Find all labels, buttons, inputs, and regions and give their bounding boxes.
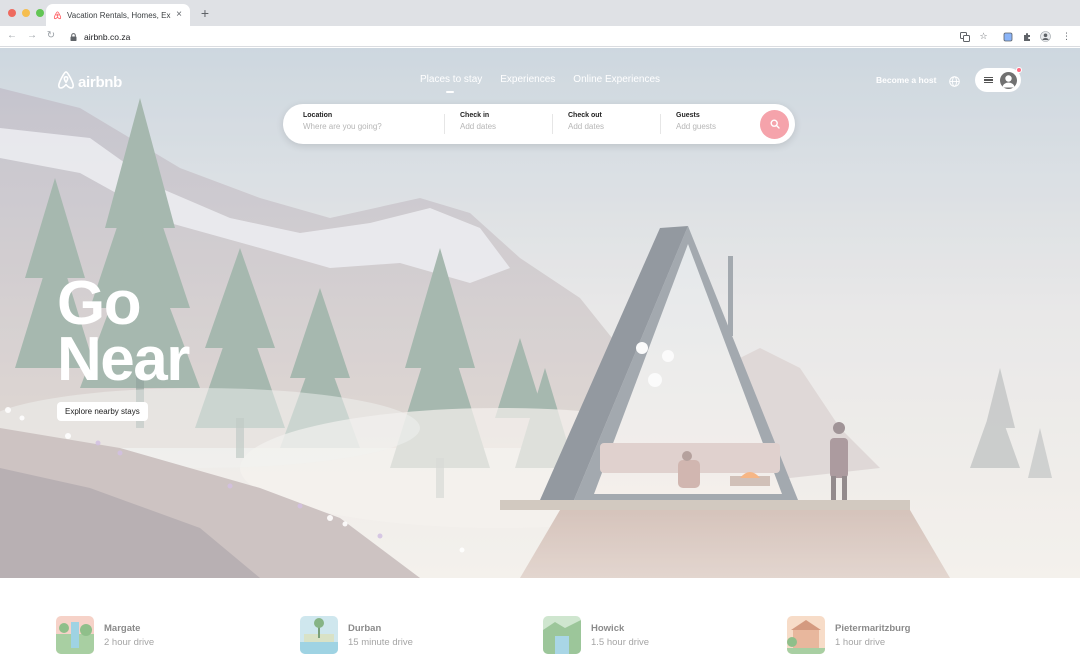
airbnb-logo[interactable]: airbnb bbox=[57, 70, 122, 95]
destination-distance: 2 hour drive bbox=[104, 636, 155, 648]
pietermaritzburg-thumbnail bbox=[787, 616, 825, 654]
destination-howick[interactable]: Howick 1.5 hour drive bbox=[543, 616, 649, 654]
destination-name: Pietermaritzburg bbox=[835, 622, 911, 634]
guests-field[interactable]: Guests Add guests bbox=[676, 112, 756, 136]
destination-margate[interactable]: Margate 2 hour drive bbox=[56, 616, 154, 654]
explore-nearby-stays-button[interactable]: Explore nearby stays bbox=[57, 402, 148, 421]
logo-wordmark: airbnb bbox=[78, 74, 123, 91]
address-bar[interactable]: airbnb.co.za bbox=[62, 28, 950, 45]
new-tab-button[interactable]: + bbox=[198, 6, 212, 20]
headline-line-1: Go bbox=[57, 269, 142, 338]
tab-places-to-stay[interactable]: Places to stay bbox=[420, 74, 482, 93]
check-out-label: Check out bbox=[568, 112, 602, 119]
margate-thumbnail bbox=[56, 616, 94, 654]
hero-section: airbnb Places to stay Experiences Online… bbox=[0, 48, 1080, 578]
extension-icon[interactable] bbox=[1002, 31, 1013, 42]
hero-headline: Go Near bbox=[57, 269, 190, 394]
browser-tab-strip: Vacation Rentals, Homes, Experiences & P… bbox=[0, 0, 1080, 26]
search-divider bbox=[552, 114, 553, 134]
close-window-button[interactable] bbox=[8, 9, 16, 17]
check-in-label: Check in bbox=[460, 112, 490, 119]
tab-experiences[interactable]: Experiences bbox=[500, 74, 555, 85]
destination-distance: 15 minute drive bbox=[348, 636, 413, 648]
destination-distance: 1.5 hour drive bbox=[591, 636, 650, 648]
zoom-window-button[interactable] bbox=[36, 9, 44, 17]
browser-tab[interactable]: Vacation Rentals, Homes, Experiences & P… bbox=[46, 4, 190, 26]
destination-name: Howick bbox=[591, 622, 625, 634]
back-arrow-icon[interactable]: ← bbox=[6, 30, 18, 42]
location-field[interactable]: Location Where are you going? bbox=[303, 112, 443, 136]
check-in-placeholder: Add dates bbox=[460, 122, 497, 131]
guests-placeholder: Add guests bbox=[676, 122, 717, 131]
airbnb-favicon-icon bbox=[52, 10, 62, 20]
notification-dot bbox=[1016, 67, 1022, 73]
headline-line-2: Near bbox=[57, 325, 190, 394]
destination-distance: 1 hour drive bbox=[835, 636, 886, 648]
globe-icon[interactable] bbox=[949, 74, 960, 87]
durban-thumbnail bbox=[300, 616, 338, 654]
main-nav-tabs: Places to stay Experiences Online Experi… bbox=[420, 74, 660, 93]
lock-icon bbox=[68, 32, 78, 42]
destination-name: Margate bbox=[104, 622, 141, 634]
tab-online-experiences[interactable]: Online Experiences bbox=[573, 74, 660, 85]
destination-name: Durban bbox=[348, 622, 382, 634]
hamburger-icon bbox=[984, 76, 993, 84]
tab-close-icon[interactable]: × bbox=[174, 10, 184, 20]
destination-pietermaritzburg[interactable]: Pietermaritzburg 1 hour drive bbox=[787, 616, 911, 654]
become-a-host-link[interactable]: Become a host bbox=[876, 75, 936, 85]
forward-arrow-icon[interactable]: → bbox=[26, 30, 38, 42]
destination-durban[interactable]: Durban 15 minute drive bbox=[300, 616, 413, 654]
search-button[interactable] bbox=[760, 110, 789, 139]
browser-menu-icon[interactable]: ⋮ bbox=[1061, 31, 1072, 42]
search-icon bbox=[769, 116, 780, 134]
location-placeholder: Where are you going? bbox=[303, 122, 382, 131]
window-controls bbox=[8, 9, 44, 17]
profile-icon[interactable] bbox=[1040, 31, 1051, 42]
puzzle-extensions-icon[interactable] bbox=[1021, 31, 1032, 42]
reload-icon[interactable]: ↻ bbox=[45, 30, 57, 42]
bookmark-star-icon[interactable]: ☆ bbox=[978, 31, 989, 42]
url-text: airbnb.co.za bbox=[84, 31, 131, 42]
minimize-window-button[interactable] bbox=[22, 9, 30, 17]
user-menu-button[interactable] bbox=[975, 67, 1022, 92]
check-out-field[interactable]: Check out Add dates bbox=[568, 112, 658, 136]
airbnb-belo-icon bbox=[57, 70, 75, 95]
user-avatar-icon bbox=[1000, 71, 1017, 89]
search-divider bbox=[660, 114, 661, 134]
location-label: Location bbox=[303, 112, 333, 119]
nearby-destinations: Margate 2 hour drive Durban 15 minute dr… bbox=[0, 578, 1080, 662]
browser-toolbar: ← → ↻ airbnb.co.za ☆ ⋮ bbox=[0, 26, 1080, 47]
guests-label: Guests bbox=[676, 112, 700, 119]
check-out-placeholder: Add dates bbox=[568, 122, 605, 131]
check-in-field[interactable]: Check in Add dates bbox=[460, 112, 550, 136]
tab-title: Vacation Rentals, Homes, Experiences & P… bbox=[67, 10, 171, 20]
search-divider bbox=[444, 114, 445, 134]
translate-icon[interactable] bbox=[959, 31, 970, 42]
search-bar: Location Where are you going? Check in A… bbox=[283, 104, 795, 144]
howick-thumbnail bbox=[543, 616, 581, 654]
